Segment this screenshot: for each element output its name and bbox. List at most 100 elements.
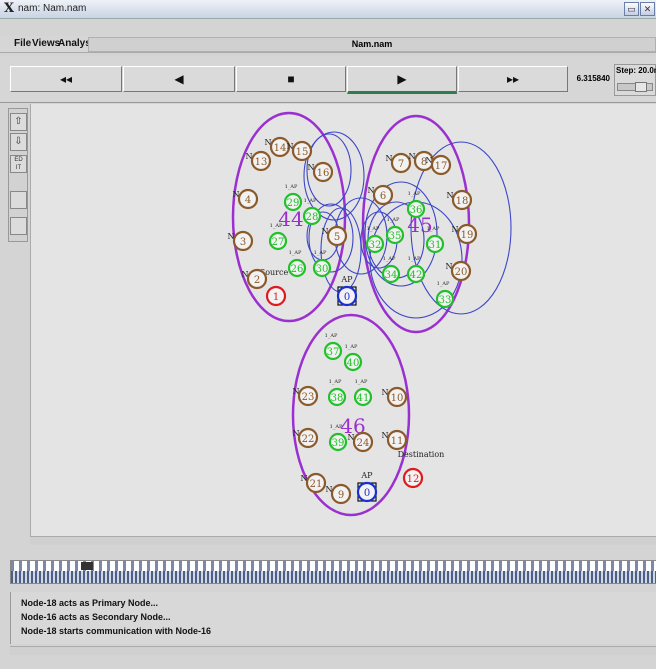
rewind-button[interactable]: ◂◂ bbox=[10, 66, 122, 92]
log-scrollbar[interactable] bbox=[10, 646, 656, 655]
node-tag: 1_AP bbox=[304, 198, 317, 204]
node-tag: 1_AP bbox=[408, 191, 421, 197]
annotation-log: Node-18 acts as Primary Node... Node-16 … bbox=[10, 592, 656, 644]
log-line: Node-18 starts communication with Node-1… bbox=[21, 626, 212, 636]
node-label: 36 bbox=[410, 205, 423, 216]
node-label: 23 bbox=[302, 392, 315, 403]
node-tag: 1_AP bbox=[408, 256, 421, 262]
node-label: 1 bbox=[273, 292, 279, 303]
step-slider[interactable]: Step: 20.0ms bbox=[614, 64, 656, 96]
node-label: 10 bbox=[391, 393, 404, 404]
tool-button-1[interactable] bbox=[10, 191, 27, 209]
node-label: 38 bbox=[331, 393, 344, 404]
range-ring bbox=[303, 131, 365, 221]
title-bar: X nam: Nam.nam ▭ ✕ bbox=[0, 0, 656, 19]
left-toolbar: ⇧ ⇩ ED IT bbox=[8, 108, 28, 242]
node-label: 18 bbox=[456, 196, 469, 207]
menu-file[interactable]: File bbox=[14, 38, 31, 49]
node-label: 28 bbox=[306, 212, 319, 223]
file-name-field: Nam.nam bbox=[88, 37, 656, 52]
playback-toolbar: ◂◂ ◀ ■ ▶ ▸▸ 6.315840 Step: 20.0ms bbox=[0, 56, 656, 103]
node-tag: 1_AP bbox=[387, 217, 400, 223]
node-tag: Destination bbox=[398, 450, 445, 459]
close-button[interactable]: ✕ bbox=[640, 2, 655, 16]
node-label: 27 bbox=[272, 237, 285, 248]
canvas-horizontal-scrollbar[interactable] bbox=[30, 536, 656, 545]
node-label: 26 bbox=[291, 264, 304, 275]
x-app-icon: X bbox=[4, 1, 15, 16]
node-tag: 1_AP bbox=[329, 379, 342, 385]
node-label: 19 bbox=[461, 230, 474, 241]
node-label: 42 bbox=[410, 270, 423, 281]
node-tag: 1_AP bbox=[330, 424, 343, 430]
node-label: 34 bbox=[385, 270, 398, 281]
time-readout: 6.315840 bbox=[576, 74, 610, 83]
menu-views[interactable]: Views bbox=[32, 38, 60, 49]
node-tag: 1_AP bbox=[285, 184, 298, 190]
node-label: 0 bbox=[364, 488, 370, 499]
node-label: 30 bbox=[316, 264, 329, 275]
step-knob[interactable] bbox=[635, 82, 647, 92]
log-line: Node-18 acts as Primary Node... bbox=[21, 598, 159, 608]
node-label: 15 bbox=[296, 147, 309, 158]
node-tag: 1_AP bbox=[383, 256, 396, 262]
node-label: 3 bbox=[240, 237, 246, 248]
window-title: nam: Nam.nam bbox=[18, 3, 87, 14]
node-label: 4 bbox=[245, 195, 251, 206]
node-label: 13 bbox=[255, 157, 268, 168]
node-tag: 1_AP bbox=[325, 333, 338, 339]
timeline-band bbox=[11, 571, 656, 583]
node-label: 32 bbox=[369, 240, 382, 251]
node-tag: 1_AP bbox=[270, 223, 283, 229]
node-label: 37 bbox=[327, 347, 340, 358]
file-name: Nam.nam bbox=[351, 39, 393, 49]
tool-button-2[interactable] bbox=[10, 217, 27, 235]
node-label: 0 bbox=[344, 292, 350, 303]
node-label: 2 bbox=[254, 275, 260, 286]
node-label: 16 bbox=[317, 168, 330, 179]
edit-button[interactable]: ED IT bbox=[10, 155, 27, 173]
node-label: 35 bbox=[389, 231, 402, 242]
timeline[interactable] bbox=[10, 560, 656, 584]
stop-button[interactable]: ■ bbox=[236, 66, 346, 92]
node-label: 29 bbox=[287, 198, 300, 209]
zoom-in-button[interactable]: ⇧ bbox=[10, 113, 27, 131]
node-label: 24 bbox=[357, 438, 370, 449]
node-tag: 1_AP bbox=[314, 250, 327, 256]
zoom-out-button[interactable]: ⇩ bbox=[10, 133, 27, 151]
node-label: 41 bbox=[357, 393, 370, 404]
node-label: 6 bbox=[380, 191, 386, 202]
timeline-marker[interactable] bbox=[81, 562, 93, 570]
node-tag: AP bbox=[360, 471, 373, 480]
play-button[interactable]: ▶ bbox=[347, 66, 457, 94]
node-label: 22 bbox=[302, 434, 315, 445]
node-label: 11 bbox=[391, 436, 404, 447]
log-line: Node-16 acts as Secondary Node... bbox=[21, 612, 171, 622]
network-topology: 44 4546Source1N2N3N4N13N14 N15N161_AP291_A… bbox=[228, 111, 512, 517]
menu-bar: File Views Analysis Nam.nam bbox=[0, 36, 656, 53]
node-label: 39 bbox=[332, 438, 345, 449]
node-label: 14 bbox=[274, 143, 287, 154]
node-tag: 1_AP bbox=[355, 379, 368, 385]
node-tag: 1_AP bbox=[367, 226, 380, 232]
node-tag: AP bbox=[340, 275, 353, 284]
node-label: 9 bbox=[338, 490, 344, 501]
node-label: 20 bbox=[455, 267, 468, 278]
node-label: 21 bbox=[310, 479, 323, 490]
node-tag: 1_AP bbox=[427, 226, 440, 232]
node-tag: 1_AP bbox=[345, 344, 358, 350]
node-label: 12 bbox=[407, 474, 420, 485]
fast-forward-button[interactable]: ▸▸ bbox=[458, 66, 568, 92]
node-tag: 1_AP bbox=[437, 281, 450, 287]
node-label: 40 bbox=[347, 358, 360, 369]
animation-canvas[interactable]: 44 45 46 Source 1 N 2 N 3 N 4 N 13 N 14 N 15 N 16 1_AP 29 1_A… bbox=[30, 104, 656, 536]
step-label: Step: 20.0ms bbox=[616, 66, 656, 75]
node-label: 5 bbox=[334, 232, 340, 243]
node-label: 31 bbox=[429, 240, 442, 251]
node-label: 33 bbox=[439, 295, 452, 306]
minimize-button[interactable]: ▭ bbox=[624, 2, 639, 16]
node-tag: 1_AP bbox=[289, 250, 302, 256]
step-back-button[interactable]: ◀ bbox=[123, 66, 235, 92]
node-label: 7 bbox=[398, 159, 404, 170]
node-label: 17 bbox=[435, 161, 448, 172]
